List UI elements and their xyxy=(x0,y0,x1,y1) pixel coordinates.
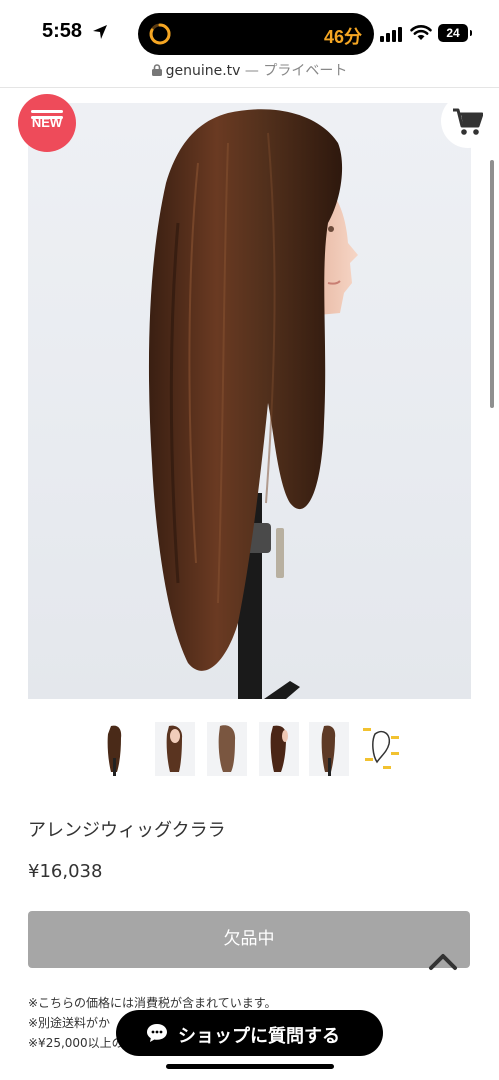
timer-ring-icon xyxy=(149,23,171,45)
battery-terminal xyxy=(470,30,472,36)
clock: 5:58 xyxy=(42,20,83,42)
chat-bubble-icon xyxy=(147,1024,167,1042)
thumbnail-4[interactable] xyxy=(259,722,299,776)
thumbnail-strip xyxy=(95,722,415,776)
new-badge: NEW xyxy=(18,94,76,152)
location-arrow-icon xyxy=(93,25,107,39)
thumbnail-1[interactable] xyxy=(95,722,135,776)
url-bar[interactable]: genuine.tv — プライベート xyxy=(0,60,499,86)
thumbnail-6-image xyxy=(363,728,399,769)
thumbnail-3-image xyxy=(218,725,236,772)
home-indicator[interactable] xyxy=(166,1064,334,1069)
cellular-signal-icon xyxy=(380,27,402,42)
thumbnail-5-image xyxy=(321,725,336,776)
header-divider xyxy=(0,87,499,88)
scroll-indicator[interactable] xyxy=(490,160,494,408)
thumbnail-5[interactable] xyxy=(309,722,349,776)
thumbnail-2-image xyxy=(166,725,183,772)
thumbnail-4-image xyxy=(270,725,288,772)
scroll-to-top-chevron-icon[interactable] xyxy=(427,948,459,974)
sold-out-button[interactable]: 欠品中 xyxy=(28,911,470,968)
dynamic-island[interactable]: 46分 xyxy=(138,13,374,55)
thumbnail-1-image xyxy=(107,725,122,776)
timer-text: 46分 xyxy=(323,27,362,47)
product-main-image[interactable] xyxy=(28,103,471,699)
mannequin-head-illustration xyxy=(148,109,358,699)
status-bar: 5:58 46分 24 xyxy=(0,0,499,62)
battery-icon: 24 xyxy=(438,24,468,42)
url-domain: genuine.tv xyxy=(165,63,241,79)
cart-icon xyxy=(453,108,483,135)
thumbnail-2[interactable] xyxy=(155,722,195,776)
wifi-icon xyxy=(410,25,432,40)
product-name: アレンジウィッグクララ xyxy=(28,820,226,841)
url-private-label: — プライベート xyxy=(240,63,348,79)
cart-button[interactable] xyxy=(441,94,495,148)
thumbnail-3[interactable] xyxy=(207,722,247,776)
ask-shop-button[interactable]: ショップに質問する xyxy=(116,1010,383,1056)
thumbnail-6[interactable] xyxy=(361,722,401,776)
ask-shop-label: ショップに質問する xyxy=(178,1026,340,1047)
product-price: ¥16,038 xyxy=(28,861,103,882)
lock-icon xyxy=(151,64,162,76)
